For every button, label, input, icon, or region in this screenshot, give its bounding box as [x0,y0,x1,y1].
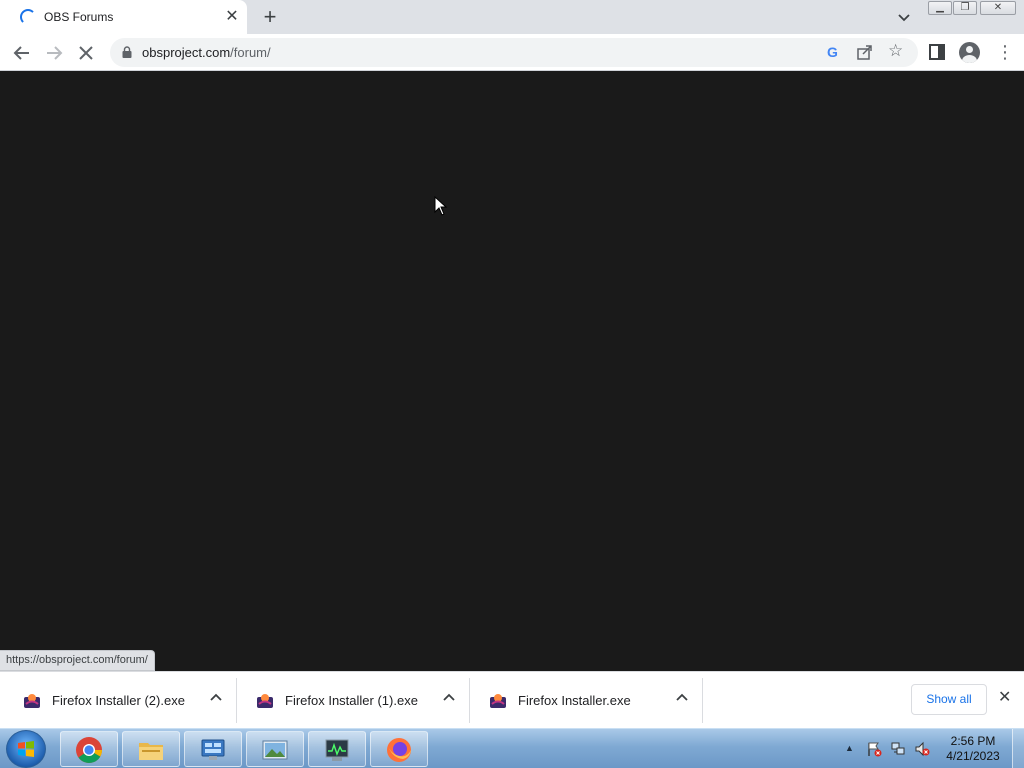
installer-file-icon [24,694,40,708]
tab-strip: OBS Forums ✕ + ▁ ❐ ✕ [0,0,1024,34]
browser-toolbar: obsproject.com/forum/ G ☆ ⋮ [0,34,1024,71]
new-tab-plus-icon[interactable]: + [258,5,282,29]
windows-taskbar: ▲ 2:56 PM 4/21/2023 [0,728,1024,768]
volume-muted-icon[interactable] [914,741,930,757]
taskbar-task-manager-button[interactable] [308,731,366,767]
show-hidden-icons-icon[interactable]: ▲ [845,743,854,753]
download-item[interactable]: Firefox Installer (2).exe [4,678,237,723]
stop-loading-icon[interactable] [74,41,98,65]
kebab-menu-icon[interactable]: ⋮ [996,43,1014,61]
tab-obs-forums[interactable]: OBS Forums ✕ [0,0,247,34]
show-all-downloads-button[interactable]: Show all [911,684,987,715]
firefox-icon [387,738,411,762]
chevron-up-icon[interactable] [675,691,689,705]
share-icon[interactable] [856,43,874,61]
tab-search-chevron-down-icon[interactable] [894,8,914,28]
loading-spinner-icon [20,9,36,25]
download-filename: Firefox Installer (1).exe [285,693,418,708]
system-clock[interactable]: 2:56 PM 4/21/2023 [940,734,1006,764]
folder-icon [139,743,163,760]
chevron-up-icon[interactable] [209,691,223,705]
window-restore-button[interactable]: ❐ [953,1,977,15]
window-minimize-button[interactable]: ▁ [928,1,952,15]
action-center-flag-icon[interactable] [866,741,882,757]
url-host: obsproject.com [142,45,231,60]
side-panel-icon[interactable] [929,44,945,60]
profile-avatar-icon[interactable] [959,42,980,63]
installer-file-icon [257,694,273,708]
status-bubble: https://obsproject.com/forum/ [0,650,155,671]
page-viewport[interactable]: https://obsproject.com/forum/ [0,71,1024,671]
download-item[interactable]: Firefox Installer (1).exe [237,678,470,723]
url-text[interactable]: obsproject.com/forum/ [142,45,271,60]
chevron-up-icon[interactable] [442,691,456,705]
clock-time: 2:56 PM [950,734,996,748]
mouse-cursor-icon [434,196,448,216]
taskbar-photo-viewer-button[interactable] [246,731,304,767]
windows-logo-icon [18,741,34,757]
tab-title: OBS Forums [44,10,114,24]
start-button[interactable] [6,730,46,768]
tab-close-icon[interactable]: ✕ [222,7,242,27]
back-arrow-icon[interactable] [10,41,34,65]
close-download-shelf-icon[interactable]: ✕ [998,689,1011,707]
lock-icon[interactable] [122,46,132,58]
taskbar-firefox-button[interactable] [370,731,428,767]
chrome-icon [76,737,103,763]
download-item[interactable]: Firefox Installer.exe [470,678,703,723]
control-panel-icon [201,739,225,760]
download-shelf: Firefox Installer (2).exe Firefox Instal… [0,671,1024,728]
installer-file-icon [490,694,506,708]
download-filename: Firefox Installer.exe [518,693,631,708]
url-path: /forum/ [230,45,271,60]
bookmark-star-icon[interactable]: ☆ [888,41,903,61]
google-g-icon[interactable]: G [827,44,838,60]
show-desktop-button[interactable] [1012,729,1024,768]
clock-date: 4/21/2023 [946,749,1000,763]
window-close-button[interactable]: ✕ [980,1,1016,15]
taskbar-control-panel-button[interactable] [184,731,242,767]
taskbar-file-explorer-button[interactable] [122,731,180,767]
task-manager-icon [325,739,349,761]
network-icon[interactable] [890,741,906,757]
taskbar-chrome-button[interactable] [60,731,118,767]
forward-arrow-icon[interactable] [42,41,66,65]
address-bar[interactable]: obsproject.com/forum/ G ☆ [110,38,918,67]
download-filename: Firefox Installer (2).exe [52,693,185,708]
photo-viewer-icon [262,740,288,760]
